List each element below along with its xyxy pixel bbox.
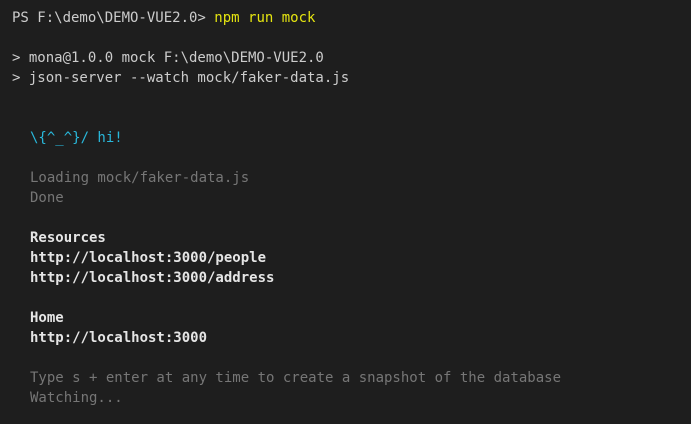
- prompt-line: PS F:\demo\DEMO-VUE2.0> npm run mock: [12, 8, 315, 28]
- snapshot-hint: Type s + enter at any time to create a s…: [30, 370, 562, 386]
- resource-url-address[interactable]: http://localhost:3000/address: [30, 268, 274, 288]
- home-heading: Home: [30, 310, 64, 326]
- terminal-output[interactable]: PS F:\demo\DEMO-VUE2.0> npm run mock > m…: [0, 0, 691, 424]
- resources-heading: Resources: [30, 230, 106, 246]
- done-text: Done: [30, 190, 64, 206]
- prompt-path: PS F:\demo\DEMO-VUE2.0>: [12, 10, 215, 26]
- watching-text: Watching...: [30, 390, 123, 406]
- resource-url-people[interactable]: http://localhost:3000/people: [30, 248, 266, 268]
- command-text: npm run mock: [214, 10, 316, 26]
- loading-text: Loading mock/faker-data.js: [30, 170, 250, 186]
- home-url[interactable]: http://localhost:3000: [30, 328, 207, 348]
- greeting-text: \{^_^}/ hi!: [30, 130, 123, 146]
- npm-script-line: > mona@1.0.0 mock F:\demo\DEMO-VUE2.0: [12, 50, 324, 66]
- npm-command-line: > json-server --watch mock/faker-data.js: [12, 70, 350, 86]
